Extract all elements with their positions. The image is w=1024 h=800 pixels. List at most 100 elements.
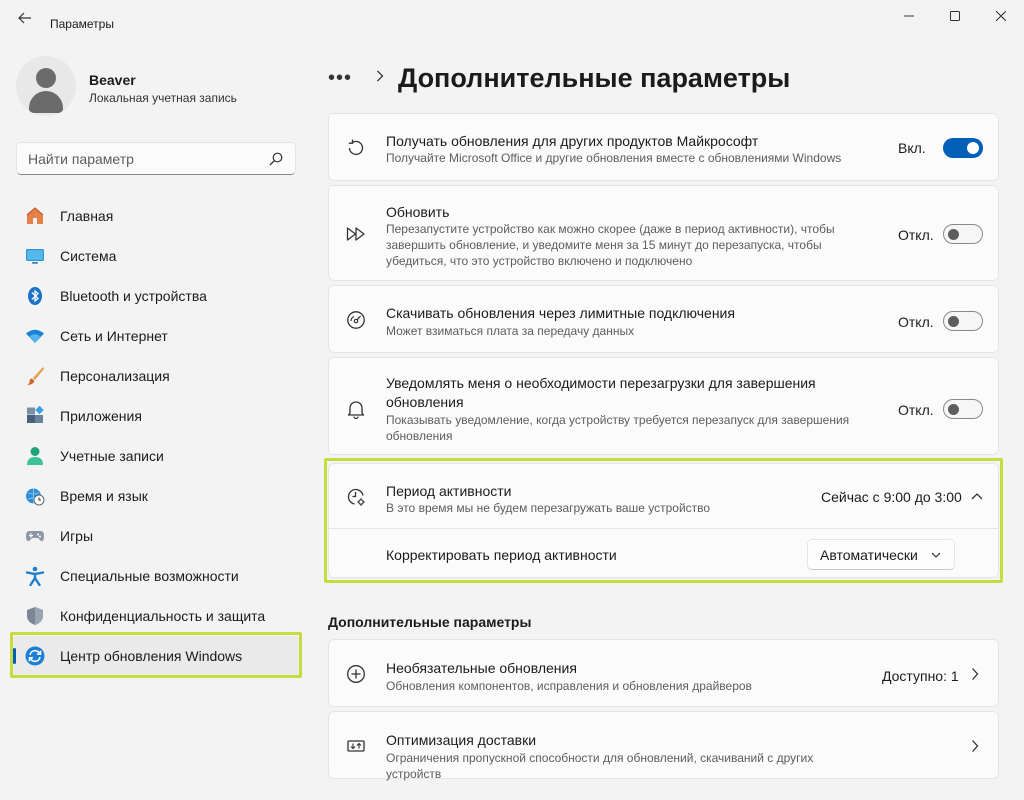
sidebar-item-gaming[interactable]: Игры xyxy=(12,516,300,556)
shield-icon xyxy=(25,606,45,626)
sidebar-nav: Главная Система Bluetooth и устройства С… xyxy=(12,196,300,676)
sidebar-item-windows-update[interactable]: Центр обновления Windows xyxy=(12,636,300,676)
adjust-active-hours-label: Корректировать период активности xyxy=(386,547,617,563)
toggle-state-label: Откл. xyxy=(898,402,934,418)
sidebar-item-accounts[interactable]: Учетные записи xyxy=(12,436,300,476)
toggle-knob xyxy=(948,316,959,327)
setting-title: Уведомлять меня о необходимости перезагр… xyxy=(386,375,816,410)
chevron-up-icon xyxy=(971,493,983,500)
speedometer-icon xyxy=(345,309,367,331)
optional-updates-badge: Доступно: 1 xyxy=(882,668,959,684)
setting-description: Обновления компонентов, исправления и об… xyxy=(386,679,752,693)
chevron-right-icon xyxy=(972,740,979,752)
app-title: Параметры xyxy=(50,17,114,31)
setting-title: Получать обновления для других продуктов… xyxy=(386,133,759,149)
sidebar-item-system[interactable]: Система xyxy=(12,236,300,276)
sidebar-item-time-language[interactable]: Время и язык xyxy=(12,476,300,516)
display-icon xyxy=(25,246,45,266)
toggle-knob xyxy=(967,142,979,154)
toggle-notify-restart[interactable] xyxy=(943,399,983,419)
sidebar-item-label: Время и язык xyxy=(60,488,148,504)
section-title: Дополнительные параметры xyxy=(328,614,532,630)
home-icon xyxy=(25,206,45,226)
active-hours-title: Период активности xyxy=(386,483,512,499)
title-bar: Параметры xyxy=(0,0,1024,34)
close-button[interactable] xyxy=(978,2,1024,30)
toggle-restart-asap[interactable] xyxy=(943,224,983,244)
sidebar-item-label: Сеть и Интернет xyxy=(60,328,168,344)
gamepad-icon xyxy=(25,526,45,546)
delivery-optimization-card[interactable]: Оптимизация доставки Ограничения пропуск… xyxy=(328,711,999,781)
globe-clock-icon xyxy=(25,486,45,506)
sidebar-item-accessibility[interactable]: Специальные возможности xyxy=(12,556,300,596)
sidebar-item-network[interactable]: Сеть и Интернет xyxy=(12,316,300,356)
chevron-right-icon xyxy=(972,668,979,680)
sidebar-item-label: Игры xyxy=(60,528,94,544)
close-icon xyxy=(996,11,1006,21)
breadcrumb: ••• Дополнительные параметры xyxy=(328,58,790,98)
minimize-icon xyxy=(904,15,914,17)
user-name: Beaver xyxy=(89,72,136,88)
search-input[interactable] xyxy=(17,143,257,174)
maximize-button[interactable] xyxy=(932,2,978,30)
sidebar-item-label: Конфиденциальность и защита xyxy=(60,608,266,624)
toggle-state-label: Откл. xyxy=(898,227,934,243)
toggle-other-products[interactable] xyxy=(943,138,983,158)
active-hours-value: Сейчас с 9:00 до 3:00 xyxy=(821,489,962,505)
toggle-state-label: Откл. xyxy=(898,314,934,330)
delivery-optimization-icon xyxy=(345,735,367,757)
toggle-knob xyxy=(948,229,959,240)
active-hours-header[interactable]: Период активности В это время мы не буде… xyxy=(329,464,998,528)
optional-updates-card[interactable]: Необязательные обновления Обновления ком… xyxy=(328,639,999,707)
back-button[interactable] xyxy=(14,9,36,27)
fast-forward-icon xyxy=(345,223,367,245)
setting-title: Оптимизация доставки xyxy=(386,732,537,748)
setting-description: Может взиматься плата за передачу данных xyxy=(386,324,635,338)
clock-settings-icon xyxy=(345,486,367,508)
avatar xyxy=(16,56,76,116)
history-icon xyxy=(345,137,367,159)
avatar-body xyxy=(29,91,63,113)
dropdown-selected-value: Автоматически xyxy=(820,546,918,563)
search-icon[interactable] xyxy=(269,152,283,166)
accessibility-icon xyxy=(25,566,45,586)
setting-title: Обновить xyxy=(386,204,450,220)
search-box xyxy=(16,142,296,175)
sidebar-item-home[interactable]: Главная xyxy=(12,196,300,236)
bell-icon xyxy=(345,398,367,420)
sidebar-item-label: Приложения xyxy=(60,408,142,424)
sidebar-item-apps[interactable]: Приложения xyxy=(12,396,300,436)
toggle-state-label: Вкл. xyxy=(898,140,926,156)
setting-card-notify-restart: Уведомлять меня о необходимости перезагр… xyxy=(328,357,999,455)
toggle-metered[interactable] xyxy=(943,311,983,331)
sidebar-item-label: Система xyxy=(60,248,117,264)
user-profile[interactable]: Beaver Локальная учетная запись xyxy=(16,56,316,116)
sidebar-item-personalization[interactable]: Персонализация xyxy=(12,356,300,396)
setting-card-other-products: Получать обновления для других продуктов… xyxy=(328,113,999,181)
setting-title: Скачивать обновления через лимитные подк… xyxy=(386,305,735,321)
bluetooth-icon xyxy=(25,286,45,306)
person-icon xyxy=(25,446,45,466)
setting-card-restart-asap: Обновить Перезапустите устройство как мо… xyxy=(328,185,999,281)
sidebar-item-label: Центр обновления Windows xyxy=(60,648,243,664)
breadcrumb-overflow-button[interactable]: ••• xyxy=(328,67,358,90)
arrow-left-icon xyxy=(18,12,31,24)
windows-update-icon xyxy=(25,646,45,666)
chevron-right-icon xyxy=(376,69,384,87)
active-hours-description: В это время мы не будем перезагружать ва… xyxy=(386,501,711,515)
sidebar-item-label: Учетные записи xyxy=(60,448,164,464)
setting-description: Ограничения пропускной способности для о… xyxy=(386,751,814,781)
avatar-head xyxy=(36,68,56,88)
minimize-button[interactable] xyxy=(886,2,932,30)
setting-card-metered: Скачивать обновления через лимитные подк… xyxy=(328,285,999,353)
sidebar-item-privacy[interactable]: Конфиденциальность и защита xyxy=(12,596,300,636)
chevron-down-icon xyxy=(931,552,941,558)
setting-description: Получайте Microsoft Office и другие обно… xyxy=(386,151,842,165)
sidebar-item-bluetooth[interactable]: Bluetooth и устройства xyxy=(12,276,300,316)
maximize-icon xyxy=(950,11,960,21)
sidebar-item-label: Специальные возможности xyxy=(60,568,239,584)
divider xyxy=(329,528,998,529)
adjust-active-hours-dropdown[interactable]: Автоматически xyxy=(807,539,955,570)
brush-icon xyxy=(25,366,45,386)
sidebar-item-label: Bluetooth и устройства xyxy=(60,288,207,304)
